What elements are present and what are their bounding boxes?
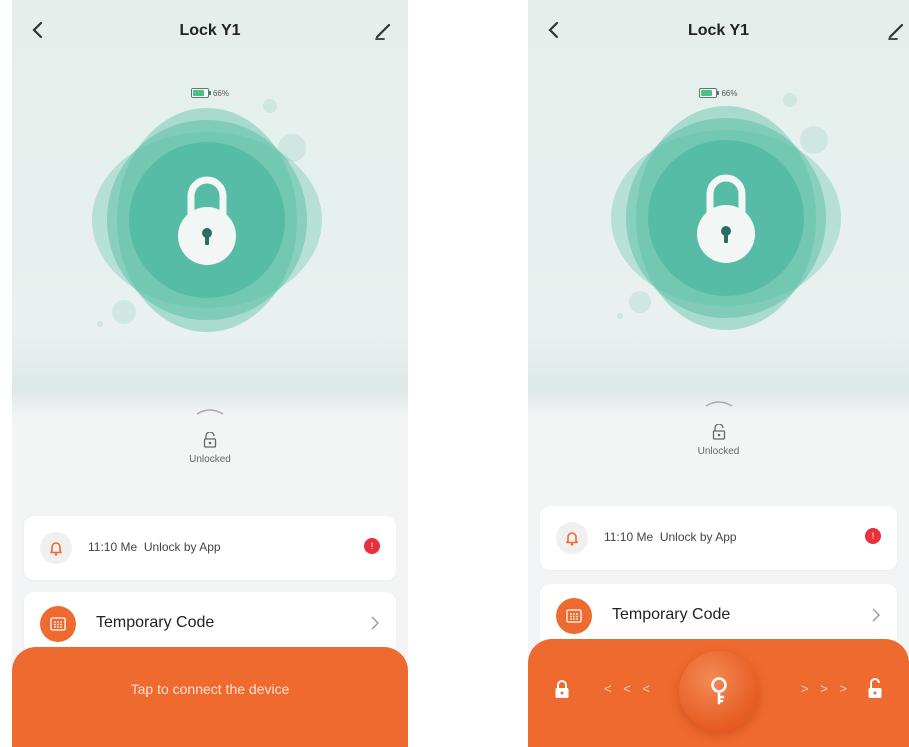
chevron-right-icon — [371, 616, 379, 630]
page-title: Lock Y1 — [687, 22, 750, 39]
unlocked-padlock-icon — [712, 424, 725, 440]
page-title: Lock Y1 — [179, 22, 241, 39]
unlock-icon[interactable] — [867, 677, 883, 699]
sheet-handle[interactable] — [704, 400, 734, 408]
log-time: 11:10 Me — [88, 540, 138, 554]
connect-button[interactable]: Tap to connect the device — [12, 681, 408, 697]
temporary-code-label: Temporary Code — [96, 614, 215, 631]
keypad-icon — [556, 598, 592, 634]
log-time: 11:10 Me — [604, 530, 654, 544]
status-area: Unlocked — [528, 390, 909, 460]
chevron-right-icon — [872, 608, 880, 622]
unlocked-padlock-icon — [203, 432, 217, 448]
lock-state-label: Unlocked — [189, 454, 231, 465]
log-entry: 11:10 Me Unlock by App — [88, 540, 221, 554]
swipe-left-arrows: < < < — [604, 681, 654, 696]
header: Lock Y1 — [12, 0, 408, 64]
connect-bar[interactable]: Tap to connect the device — [12, 647, 408, 747]
screen-connect: Lock Y1 66% Unlocked 11:10 Me Unlock by … — [12, 0, 408, 747]
log-message: Unlock by App — [659, 530, 737, 544]
log-message: Unlock by App — [143, 540, 221, 554]
recent-log-card[interactable]: 11:10 Me Unlock by App ! — [540, 506, 897, 570]
swipe-unlock-bar[interactable]: < < < > > > — [528, 639, 909, 747]
lock-state-label: Unlocked — [697, 446, 740, 457]
recent-log-card[interactable]: 11:10 Me Unlock by App ! — [24, 516, 396, 580]
temporary-code-label: Temporary Code — [612, 606, 731, 623]
sheet-handle[interactable] — [195, 408, 225, 416]
key-slider-button[interactable] — [678, 651, 759, 731]
bell-icon — [556, 522, 588, 554]
lock-icon[interactable] — [554, 679, 570, 699]
notification-badge: ! — [865, 528, 881, 544]
edit-pencil-icon[interactable] — [885, 18, 909, 42]
bell-icon — [40, 532, 72, 564]
keypad-icon — [40, 606, 76, 642]
lock-visual — [611, 93, 841, 330]
edit-pencil-icon[interactable] — [372, 18, 396, 42]
lock-visual — [92, 99, 322, 332]
log-entry: 11:10 Me Unlock by App — [604, 530, 737, 544]
header: Lock Y1 — [528, 0, 909, 64]
notification-badge: ! — [364, 538, 380, 554]
key-icon — [710, 677, 727, 705]
screen-swipe-unlock: Lock Y1 66% Unlocked 11:10 Me Unlock by … — [528, 0, 909, 747]
swipe-right-arrows: > > > — [801, 681, 851, 696]
status-area: Unlocked — [12, 398, 408, 468]
